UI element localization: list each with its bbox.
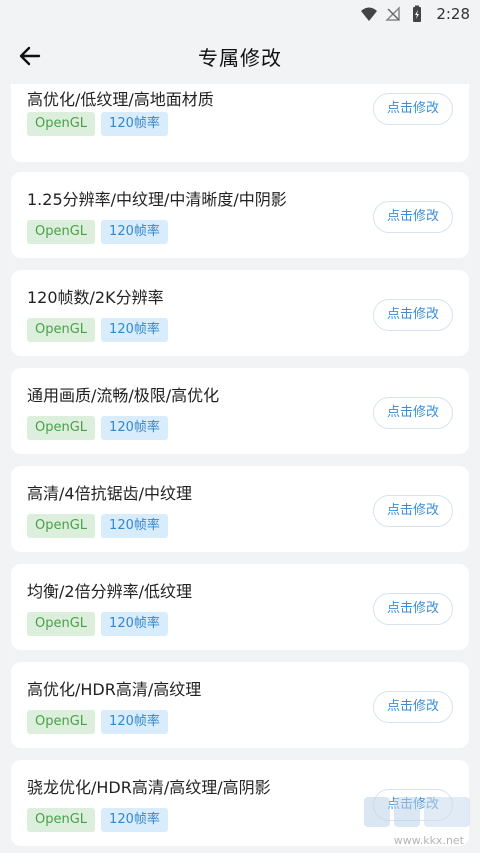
api-tag: OpenGL: [27, 808, 96, 832]
tag-group: OpenGL 120帧率: [27, 220, 168, 244]
back-button[interactable]: [16, 42, 44, 70]
fps-tag: 120帧率: [101, 318, 168, 342]
preset-card: 120帧数/2K分辨率 OpenGL 120帧率 点击修改: [11, 270, 469, 356]
watermark-text: www.kkx.net: [393, 834, 464, 847]
fps-tag: 120帧率: [101, 416, 168, 440]
page-title: 专属修改: [198, 45, 282, 70]
api-tag: OpenGL: [27, 514, 96, 538]
fps-tag: 120帧率: [101, 808, 168, 832]
modify-button[interactable]: 点击修改: [373, 691, 453, 723]
preset-card: 高清/4倍抗锯齿/中纹理 OpenGL 120帧率 点击修改: [11, 466, 469, 552]
fps-tag: 120帧率: [101, 612, 168, 636]
preset-title: 120帧数/2K分辨率: [27, 288, 164, 307]
preset-title: 均衡/2倍分辨率/低纹理: [27, 582, 192, 601]
preset-title: 骁龙优化/HDR高清/高纹理/高阴影: [27, 778, 271, 797]
preset-card: 通用画质/流畅/极限/高优化 OpenGL 120帧率 点击修改: [11, 368, 469, 454]
preset-card: 均衡/2倍分辨率/低纹理 OpenGL 120帧率 点击修改: [11, 564, 469, 650]
watermark-logo: www.kkx.net: [356, 793, 476, 851]
status-time: 2:28: [436, 5, 470, 23]
api-tag: OpenGL: [27, 318, 96, 342]
fps-tag: 120帧率: [101, 112, 168, 136]
tag-group: OpenGL 120帧率: [27, 112, 168, 136]
preset-title: 通用画质/流畅/极限/高优化: [27, 386, 220, 405]
api-tag: OpenGL: [27, 710, 96, 734]
fps-tag: 120帧率: [101, 710, 168, 734]
api-tag: OpenGL: [27, 612, 96, 636]
tag-group: OpenGL 120帧率: [27, 514, 168, 538]
app-bar: 专属修改: [0, 28, 480, 84]
tag-group: OpenGL 120帧率: [27, 710, 168, 734]
preset-card: 高优化/低纹理/高地面材质 OpenGL 120帧率 点击修改: [11, 84, 469, 162]
battery-charging-icon: [408, 5, 426, 23]
preset-card: 高优化/HDR高清/高纹理 OpenGL 120帧率 点击修改: [11, 662, 469, 748]
tag-group: OpenGL 120帧率: [27, 318, 168, 342]
modify-button[interactable]: 点击修改: [373, 495, 453, 527]
modify-button[interactable]: 点击修改: [373, 397, 453, 429]
modify-button[interactable]: 点击修改: [373, 299, 453, 331]
no-signal-icon: [384, 5, 402, 23]
api-tag: OpenGL: [27, 112, 96, 136]
api-tag: OpenGL: [27, 220, 96, 244]
back-arrow-icon: [19, 46, 41, 66]
tag-group: OpenGL 120帧率: [27, 416, 168, 440]
tag-group: OpenGL 120帧率: [27, 612, 168, 636]
wifi-icon: [360, 5, 378, 23]
preset-title: 高优化/低纹理/高地面材质: [27, 90, 214, 109]
status-bar: 2:28: [0, 0, 480, 28]
fps-tag: 120帧率: [101, 220, 168, 244]
preset-card: 1.25分辨率/中纹理/中清晰度/中阴影 OpenGL 120帧率 点击修改: [11, 172, 469, 258]
preset-title: 1.25分辨率/中纹理/中清晰度/中阴影: [27, 190, 287, 209]
modify-button[interactable]: 点击修改: [373, 93, 453, 125]
tag-group: OpenGL 120帧率: [27, 808, 168, 832]
modify-button[interactable]: 点击修改: [373, 593, 453, 625]
modify-button[interactable]: 点击修改: [373, 201, 453, 233]
api-tag: OpenGL: [27, 416, 96, 440]
preset-title: 高清/4倍抗锯齿/中纹理: [27, 484, 192, 503]
fps-tag: 120帧率: [101, 514, 168, 538]
preset-list[interactable]: 高优化/低纹理/高地面材质 OpenGL 120帧率 点击修改 1.25分辨率/…: [0, 84, 480, 853]
preset-title: 高优化/HDR高清/高纹理: [27, 680, 202, 699]
